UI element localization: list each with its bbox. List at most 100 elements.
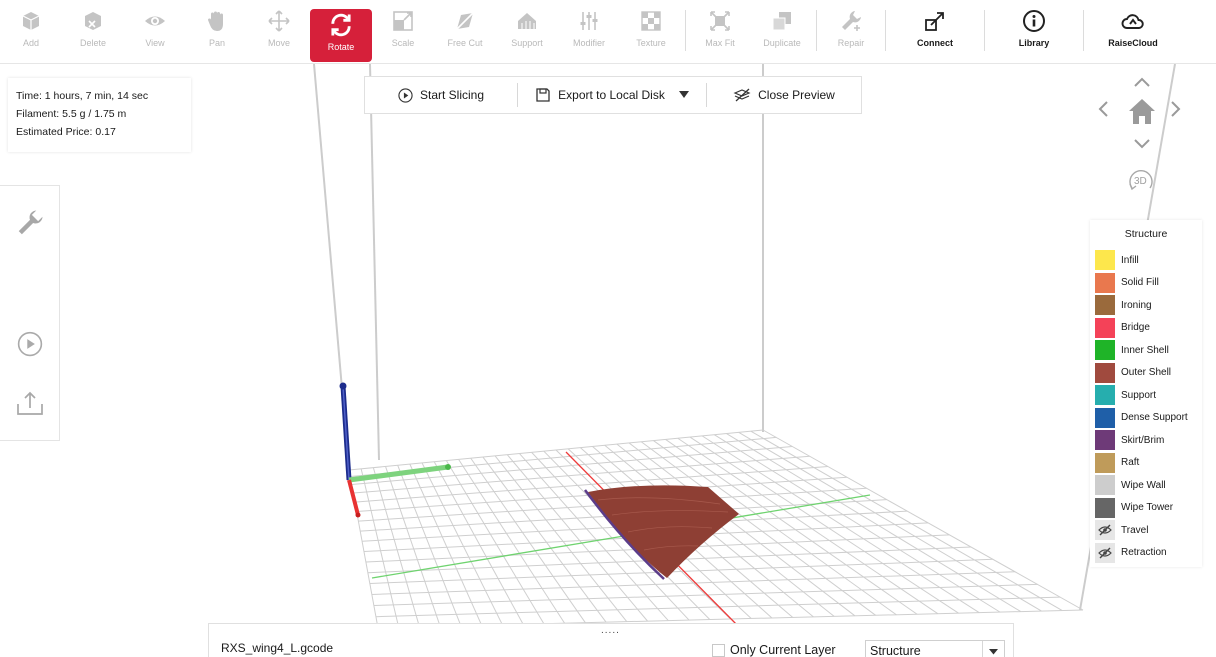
layers-off-icon — [733, 88, 751, 102]
legend-label: Solid Fill — [1121, 277, 1159, 289]
view-navigation-control: 3D — [1092, 70, 1192, 200]
legend-item: Wipe Wall — [1095, 474, 1197, 497]
legend-title: Structure — [1124, 228, 1168, 240]
wrench-icon — [18, 210, 43, 235]
legend-swatch — [1095, 317, 1115, 338]
close-preview-button[interactable]: Close Preview — [707, 77, 861, 113]
chevron-right-icon[interactable] — [1170, 100, 1182, 118]
library-button[interactable]: Library — [988, 0, 1080, 63]
legend-label: Ironing — [1121, 299, 1152, 311]
home-icon[interactable] — [1127, 97, 1157, 125]
legend-item: Raft — [1095, 452, 1197, 475]
legend-item: Skirt/Brim — [1095, 429, 1197, 452]
raisecloud-button[interactable]: RaiseCloud — [1087, 0, 1179, 63]
view-button[interactable]: View — [124, 0, 186, 63]
legend-item: Wipe Tower — [1095, 497, 1197, 520]
legend-label: Dense Support — [1121, 412, 1188, 424]
legend-swatch — [1095, 475, 1115, 496]
delete-button[interactable]: Delete — [62, 0, 124, 63]
scale-button[interactable]: Scale — [372, 0, 434, 63]
eye-off-icon[interactable] — [1095, 542, 1115, 563]
view-mode-select[interactable]: Structure — [865, 640, 1005, 657]
legend-swatch — [1095, 452, 1115, 473]
add-button[interactable]: Add — [0, 0, 62, 63]
legend-swatch — [1095, 362, 1115, 383]
preview-play-button[interactable] — [0, 331, 60, 357]
repair-button[interactable]: Repair — [820, 0, 882, 63]
info-circle-icon — [1023, 10, 1045, 32]
structure-legend: Structure Infill Solid Fill Ironing Bridge I… — [1090, 220, 1202, 567]
legend-swatch — [1095, 385, 1115, 406]
play-circle-icon — [398, 87, 413, 103]
sliders-icon — [580, 12, 598, 30]
pan-button[interactable]: Pan — [186, 0, 248, 63]
legend-label: Raft — [1121, 457, 1140, 469]
legend-item: Ironing — [1095, 294, 1197, 317]
support-button[interactable]: Support — [496, 0, 558, 63]
print-time: Time: 1 hours, 7 min, 14 sec — [16, 90, 149, 102]
toolbar-divider — [984, 10, 985, 51]
duplicate-icon — [772, 12, 791, 31]
hand-icon — [208, 11, 223, 31]
3d-viewport[interactable] — [0, 64, 1216, 657]
only-current-layer-checkbox[interactable]: Only Current Layer — [712, 643, 836, 657]
max-fit-button[interactable]: Max Fit — [689, 0, 751, 63]
move-button[interactable]: Move — [248, 0, 310, 63]
build-volume-scene[interactable] — [0, 64, 1216, 657]
delete-icon — [85, 12, 101, 30]
legend-label: Retraction — [1121, 547, 1167, 559]
panel-drag-handle[interactable]: ..... — [601, 625, 620, 636]
scale-icon — [393, 11, 413, 31]
modifier-button[interactable]: Modifier — [558, 0, 620, 63]
chevron-up-icon[interactable] — [1133, 76, 1151, 88]
wrench-icon — [842, 11, 861, 31]
connect-button[interactable]: Connect — [889, 0, 981, 63]
texture-button[interactable]: Texture — [620, 0, 682, 63]
legend-label: Travel — [1121, 524, 1149, 536]
build-volume-frame — [313, 64, 1176, 611]
legend-label: Bridge — [1121, 322, 1150, 334]
export-local-disk-button[interactable]: Export to Local Disk — [518, 77, 706, 113]
main-toolbar: Add Delete View Pan Move Rotate Scale Fr… — [0, 0, 1216, 64]
legend-item: Infill — [1095, 249, 1197, 272]
layer-bottom-bar: ..... RXS_wing4_L.gcode Only Current Lay… — [208, 623, 1014, 657]
chevron-left-icon[interactable] — [1097, 100, 1109, 118]
checker-icon — [641, 11, 661, 31]
add-icon — [22, 12, 40, 30]
rotate-button[interactable]: Rotate — [310, 9, 372, 62]
connect-icon — [925, 12, 944, 31]
toolbar-divider — [685, 10, 686, 51]
legend-swatch — [1095, 497, 1115, 518]
rotate-icon — [331, 13, 351, 37]
upload-icon — [17, 391, 43, 415]
legend-label: Wipe Wall — [1121, 479, 1166, 491]
start-slicing-button[interactable]: Start Slicing — [365, 77, 517, 113]
chevron-down-icon[interactable] — [982, 641, 1004, 657]
toolbar-divider — [1083, 10, 1084, 51]
print-info-panel: Time: 1 hours, 7 min, 14 sec Filament: 5… — [8, 78, 191, 152]
legend-swatch — [1095, 407, 1115, 428]
dropdown-triangle-icon[interactable] — [678, 91, 689, 99]
gcode-filename: RXS_wing4_L.gcode — [221, 641, 334, 655]
legend-item: Solid Fill — [1095, 272, 1197, 295]
legend-item: Inner Shell — [1095, 339, 1197, 362]
free-cut-button[interactable]: Free Cut — [434, 0, 496, 63]
max-fit-icon — [710, 11, 730, 31]
legend-item: Support — [1095, 384, 1197, 407]
view-3d-button[interactable]: 3D — [1126, 168, 1156, 196]
chevron-down-icon[interactable] — [1133, 138, 1151, 150]
slicing-toolbar: Start Slicing Export to Local Disk Close… — [364, 76, 862, 114]
toolbar-divider — [885, 10, 886, 51]
upload-button[interactable] — [0, 390, 60, 418]
support-icon — [518, 13, 536, 29]
model-wing[interactable] — [583, 485, 739, 580]
duplicate-button[interactable]: Duplicate — [751, 0, 813, 63]
eye-off-icon[interactable] — [1095, 520, 1115, 541]
legend-item[interactable]: Retraction — [1095, 542, 1197, 565]
settings-wrench-button[interactable] — [0, 208, 60, 238]
legend-item[interactable]: Travel — [1095, 519, 1197, 542]
checkbox-box[interactable] — [712, 643, 725, 657]
legend-items: Infill Solid Fill Ironing Bridge Inner Shell… — [1095, 249, 1197, 564]
legend-swatch — [1095, 340, 1115, 361]
cloud-icon — [1121, 14, 1144, 29]
